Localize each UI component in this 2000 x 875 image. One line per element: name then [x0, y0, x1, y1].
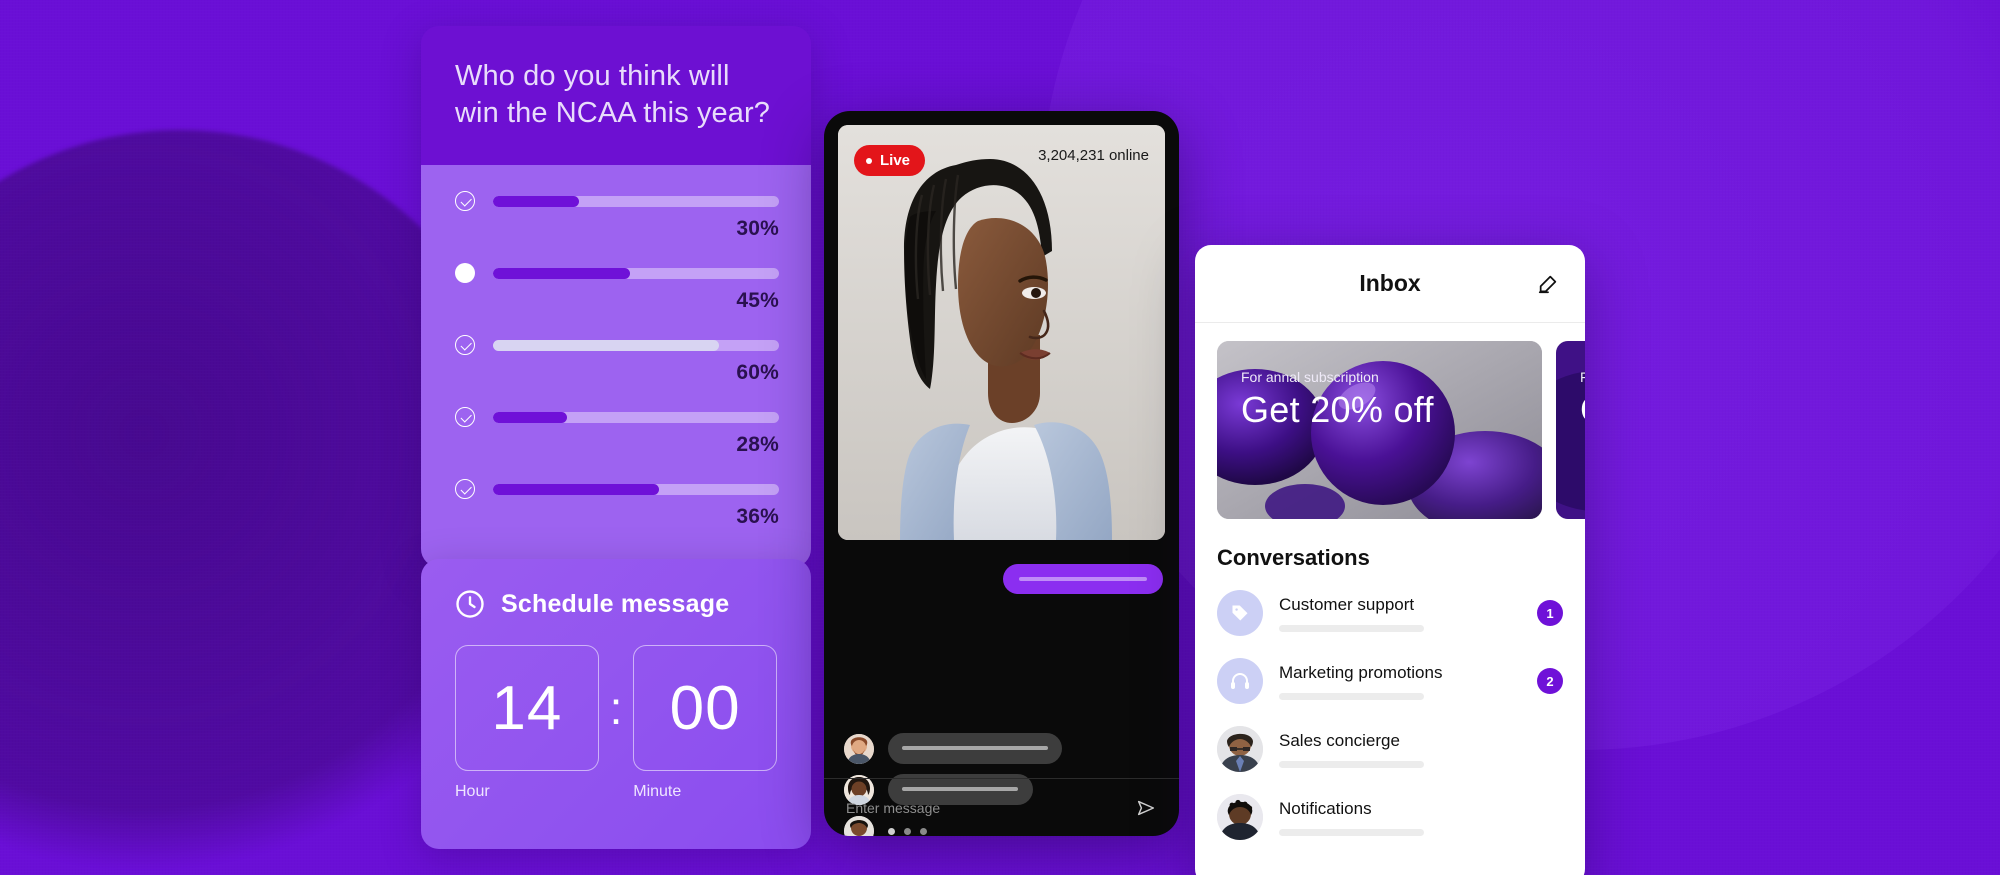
inbox-panel: Inbox For annal subscription Get 20% off… — [1195, 245, 1585, 875]
conversation-name: Sales concierge — [1279, 730, 1400, 750]
promo-card[interactable]: For G — [1556, 341, 1585, 519]
screenshot-root: Who do you think will win the NCAA this … — [0, 0, 2000, 875]
poll-options-list: 30% 45% 60% 28% 36% — [421, 165, 811, 568]
schedule-header: Schedule message — [455, 589, 777, 619]
avatar — [844, 733, 874, 764]
conversation-item-notifications[interactable]: Notifications — [1195, 783, 1585, 851]
chat-bubble-outgoing — [1003, 564, 1163, 594]
poll-progress-track — [493, 411, 779, 423]
promo-card[interactable]: For annal subscription Get 20% off — [1217, 341, 1542, 519]
conversation-text: Marketing promotions — [1279, 663, 1521, 700]
chat-message-row — [844, 733, 1062, 764]
schedule-message-card: Schedule message 14 Hour : 00 Minute — [421, 559, 811, 849]
hour-field-group: 14 Hour — [455, 645, 599, 801]
conversation-text: Customer support — [1279, 595, 1521, 632]
conversation-text: Notifications — [1279, 799, 1563, 836]
poll-progress-fill — [493, 411, 568, 423]
poll-progress-track — [493, 195, 779, 207]
conversation-preview-placeholder — [1279, 760, 1424, 768]
avatar-man-beard-icon — [844, 733, 874, 764]
poll-percent-label: 60% — [736, 361, 779, 385]
poll-progress-fill — [493, 483, 659, 495]
poll-card: Who do you think will win the NCAA this … — [421, 26, 811, 568]
conversation-name: Notifications — [1279, 798, 1372, 818]
poll-progress-fill — [493, 195, 579, 207]
phone-mockup: Live 3,204,231 online Enter message — [824, 111, 1179, 836]
poll-question: Who do you think will win the NCAA this … — [455, 60, 770, 129]
poll-progress-fill — [493, 339, 719, 351]
clock-icon — [456, 590, 484, 618]
poll-option-row[interactable]: 30% — [455, 191, 779, 263]
time-separator: : — [609, 682, 623, 734]
conversation-preview-placeholder — [1279, 692, 1424, 700]
inbox-title: Inbox — [1359, 270, 1421, 296]
poll-percent-label: 30% — [736, 217, 779, 241]
message-input-placeholder[interactable]: Enter message — [846, 800, 1135, 816]
unread-badge: 1 — [1537, 600, 1563, 626]
check-circle-icon[interactable] — [455, 335, 475, 356]
message-input-bar[interactable]: Enter message — [824, 778, 1179, 836]
promo-headline: G — [1580, 389, 1585, 431]
conversation-preview-placeholder — [1279, 624, 1424, 632]
promo-kicker: For annal subscription — [1241, 369, 1379, 385]
poll-option-row[interactable]: 36% — [455, 479, 779, 541]
check-circle-icon[interactable] — [455, 191, 475, 212]
promo-carousel[interactable]: For annal subscription Get 20% off For G — [1195, 323, 1585, 519]
poll-option-row[interactable]: 28% — [455, 407, 779, 479]
unread-badge: 2 — [1537, 668, 1563, 694]
conversation-name: Customer support — [1279, 594, 1415, 614]
poll-progress-fill — [493, 267, 631, 279]
online-count-label: 3,204,231 online — [1038, 147, 1149, 164]
poll-progress-track — [493, 267, 779, 279]
selected-dot-icon[interactable] — [455, 263, 475, 284]
conversation-item-sales-concierge[interactable]: Sales concierge — [1195, 715, 1585, 783]
chat-bubble-incoming — [888, 733, 1062, 764]
hour-input[interactable]: 14 — [455, 645, 599, 771]
poll-option-row[interactable]: 60% — [455, 335, 779, 407]
promo-headline: Get 20% off — [1241, 389, 1434, 430]
avatar — [1217, 794, 1263, 840]
poll-percent-label: 36% — [736, 505, 779, 529]
schedule-title: Schedule message — [501, 589, 730, 618]
conversation-name: Marketing promotions — [1279, 662, 1443, 682]
avatar — [1217, 658, 1263, 704]
inbox-header: Inbox — [1195, 245, 1585, 323]
promo-kicker: For — [1580, 369, 1585, 385]
minute-value: 00 — [669, 673, 741, 743]
avatar — [1217, 590, 1263, 636]
check-circle-icon[interactable] — [455, 407, 475, 428]
hour-value: 14 — [491, 673, 563, 743]
avatar — [1217, 726, 1263, 772]
poll-percent-label: 45% — [736, 289, 779, 313]
live-video-thumbnail — [838, 125, 1165, 540]
avatar-photo-man-dark-icon — [1217, 794, 1263, 840]
conversation-item-customer-support[interactable]: Customer support 1 — [1195, 579, 1585, 647]
time-picker: 14 Hour : 00 Minute — [455, 645, 777, 801]
promo-text-block: For G — [1580, 369, 1585, 431]
send-icon[interactable] — [1135, 797, 1157, 819]
compose-icon[interactable] — [1537, 273, 1559, 295]
minute-label: Minute — [633, 783, 682, 800]
live-badge: Live — [854, 145, 926, 176]
poll-progress-track — [493, 483, 779, 495]
check-circle-icon[interactable] — [455, 479, 475, 500]
live-label: Live — [880, 152, 911, 169]
conversation-item-marketing-promotions[interactable]: Marketing promotions 2 — [1195, 647, 1585, 715]
minute-field-group: 00 Minute — [633, 645, 777, 801]
avatar-photo-man-glasses-icon — [1217, 726, 1263, 772]
poll-option-row[interactable]: 45% — [455, 263, 779, 335]
conversation-preview-placeholder — [1279, 828, 1424, 836]
live-dot-icon — [866, 157, 872, 164]
live-video-player[interactable]: Live 3,204,231 online — [838, 125, 1165, 540]
poll-percent-label: 28% — [736, 433, 779, 457]
minute-input[interactable]: 00 — [633, 645, 777, 771]
poll-progress-track — [493, 339, 779, 351]
conversations-title: Conversations — [1217, 545, 1370, 570]
conversation-text: Sales concierge — [1279, 731, 1563, 768]
hour-label: Hour — [455, 783, 490, 800]
headset-icon — [1231, 673, 1249, 689]
poll-header: Who do you think will win the NCAA this … — [421, 26, 811, 166]
tag-icon — [1232, 605, 1248, 621]
promo-text-block: For annal subscription Get 20% off — [1241, 369, 1434, 431]
